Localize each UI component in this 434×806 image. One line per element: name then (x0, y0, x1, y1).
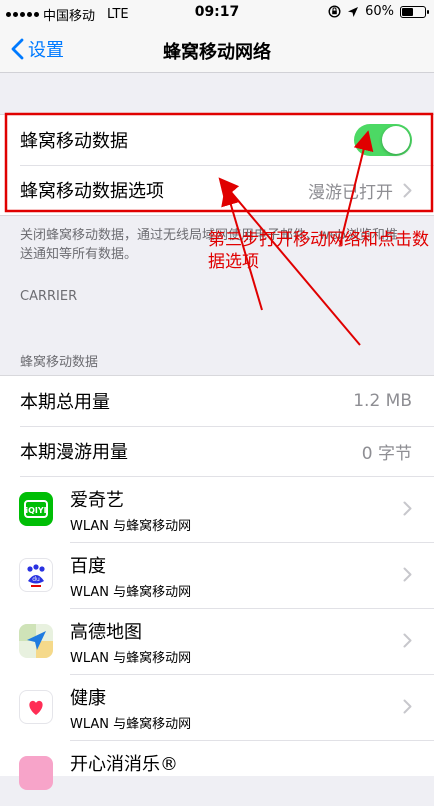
roaming-period-label: 本期漫游用量 (20, 442, 128, 463)
app-row-amap[interactable]: 高德地图 WLAN 与蜂窝移动网 (0, 608, 434, 674)
cellular-data-row: 蜂窝移动数据 (0, 115, 434, 165)
app-name: 开心消消乐® (70, 754, 178, 775)
app-network-usage: WLAN 与蜂窝移动网 (70, 519, 192, 534)
roaming-status: 漫游已打开 (308, 178, 412, 203)
app-name: 高德地图 (70, 622, 142, 643)
chevron-right-icon (403, 501, 412, 516)
svg-text:iQIYI: iQIYI (25, 506, 46, 515)
chevron-right-icon (403, 633, 412, 648)
cellular-data-options-row[interactable]: 蜂窝移动数据选项 漫游已打开 (0, 165, 434, 215)
app-name: 爱奇艺 (70, 490, 124, 511)
chevron-right-icon (403, 567, 412, 582)
usage-group: 本期总用量 1.2 MB 本期漫游用量 0 字节 iQIYI 爱奇艺 WLAN … (0, 375, 434, 790)
cellular-data-group: 蜂窝移动数据 蜂窝移动数据选项 漫游已打开 (0, 114, 434, 216)
current-period-value: 1.2 MB (353, 391, 412, 411)
cellular-data-label: 蜂窝移动数据 (20, 131, 128, 152)
battery-percent: 60% (365, 4, 394, 19)
svg-text:du: du (32, 576, 40, 583)
app-network-usage: WLAN 与蜂窝移动网 (70, 651, 192, 666)
nav-bar: 设置 蜂窝移动网络 (0, 26, 434, 73)
battery-icon (400, 5, 429, 18)
app-name: 百度 (70, 556, 106, 577)
app-row-iqiyi[interactable]: iQIYI 爱奇艺 WLAN 与蜂窝移动网 (0, 476, 434, 542)
chevron-right-icon (403, 183, 412, 197)
page-title: 蜂窝移动网络 (163, 42, 271, 63)
usage-header: 蜂窝移动数据 (20, 355, 99, 370)
current-period-label: 本期总用量 (20, 392, 110, 413)
toggle-knob (382, 126, 410, 154)
baidu-icon: du (19, 558, 53, 592)
amap-icon (19, 624, 53, 658)
game-icon (19, 756, 53, 790)
roaming-period-row: 本期漫游用量 0 字节 (0, 426, 434, 476)
app-row-health[interactable]: 健康 WLAN 与蜂窝移动网 (0, 674, 434, 740)
location-icon (348, 6, 359, 17)
roaming-period-value: 0 字节 (361, 443, 412, 464)
app-row-game[interactable]: 开心消消乐® (0, 740, 434, 806)
current-period-row: 本期总用量 1.2 MB (0, 376, 434, 426)
iqiyi-icon: iQIYI (19, 492, 53, 526)
cellular-data-options-label: 蜂窝移动数据选项 (20, 181, 164, 202)
chevron-right-icon (403, 699, 412, 714)
app-network-usage: WLAN 与蜂窝移动网 (70, 585, 192, 600)
rotation-lock-icon (328, 5, 341, 18)
cellular-data-toggle[interactable] (354, 124, 412, 156)
status-bar: 中国移动 LTE 09:17 60% (0, 0, 434, 26)
app-network-usage: WLAN 与蜂窝移动网 (70, 717, 192, 732)
roaming-value: 漫游已打开 (308, 182, 393, 203)
status-right: 60% (328, 4, 429, 19)
cellular-footnote: 关闭蜂窝移动数据，通过无线局域网使用电子邮件、web浏览和推送通知等所有数据。 (20, 228, 398, 262)
health-icon (19, 690, 53, 724)
app-name: 健康 (70, 688, 106, 709)
carrier-header: CARRIER (20, 289, 78, 304)
app-row-baidu[interactable]: du 百度 WLAN 与蜂窝移动网 (0, 542, 434, 608)
